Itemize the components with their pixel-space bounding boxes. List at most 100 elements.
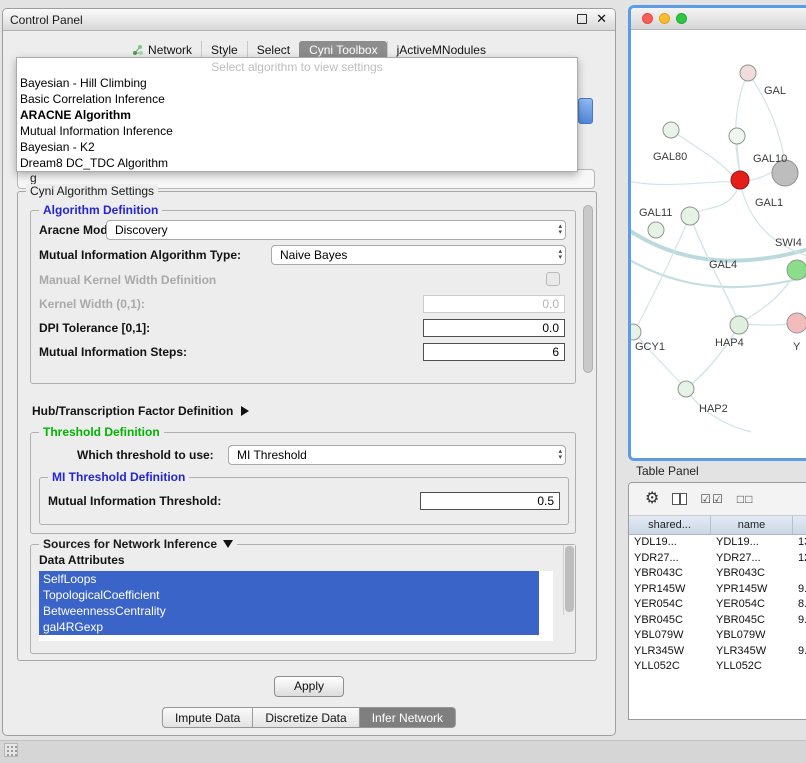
columns-icon[interactable]	[672, 493, 687, 505]
table-row[interactable]: YPR145WYPR145W9.	[629, 582, 806, 598]
tab-jactivemnodules[interactable]: jActiveMNodules	[387, 41, 495, 59]
table-cell: 9.	[793, 613, 806, 629]
data-attributes-list[interactable]: SelfLoopsTopologicalCoefficientBetweenne…	[39, 571, 553, 641]
algorithm-option[interactable]: ARACNE Algorithm	[17, 107, 577, 123]
attributes-scrollbar-thumb[interactable]	[565, 546, 574, 612]
resize-grip[interactable]	[4, 743, 18, 757]
network-tab-icon	[132, 44, 144, 56]
close-icon[interactable]: ✕	[596, 13, 607, 25]
table-row[interactable]: YDR27...YDR27...12	[629, 551, 806, 567]
tab-discretize-data[interactable]: Discretize Data	[253, 707, 359, 728]
table-cell: YBL079W	[629, 628, 711, 644]
sources-group: Sources for Network Inference Data Attri…	[30, 544, 576, 654]
attribute-item[interactable]: BetweennessCentrality	[39, 603, 539, 619]
network-node[interactable]	[730, 316, 748, 334]
table-row[interactable]: YBR045CYBR045C9.	[629, 613, 806, 629]
network-edge[interactable]	[694, 183, 740, 213]
control-panel-title: Control Panel	[10, 13, 83, 27]
network-node[interactable]	[631, 324, 641, 340]
tab-select[interactable]: Select	[247, 41, 299, 59]
table-row[interactable]: YLL052CYLL052C	[629, 659, 806, 675]
table-row[interactable]: YBR043CYBR043C	[629, 566, 806, 582]
attribute-item[interactable]: SelfLoops	[39, 571, 539, 587]
column-header-shared-name[interactable]: shared...	[629, 516, 711, 534]
network-node-label: GAL11	[639, 207, 672, 219]
hub-definition-expander[interactable]: Hub/Transcription Factor Definition	[32, 404, 249, 418]
network-node[interactable]	[787, 260, 806, 280]
network-node[interactable]	[648, 222, 664, 238]
select-all-columns-icon[interactable]: ☑☑	[700, 492, 724, 506]
network-edge[interactable]	[631, 180, 733, 185]
column-header-extra[interactable]	[793, 516, 806, 534]
aracne-mode-combobox[interactable]: Discovery ▴▾	[106, 220, 566, 240]
table-cell: YDL19...	[711, 535, 793, 551]
table-cell	[793, 566, 806, 582]
mi-threshold-field[interactable]: 0.5	[420, 492, 560, 510]
network-node[interactable]	[729, 128, 745, 144]
apply-button[interactable]: Apply	[274, 676, 344, 697]
deselect-all-columns-icon[interactable]: □□	[737, 492, 754, 506]
column-header-name[interactable]: name	[711, 516, 793, 534]
kernel-width-field: 0.0	[423, 295, 565, 313]
network-node[interactable]	[740, 65, 756, 81]
sources-legend[interactable]: Sources for Network Inference	[39, 537, 237, 551]
combobox-button-fragment[interactable]	[578, 98, 593, 124]
tab-label: Select	[257, 43, 290, 57]
algorithm-definition-group: Algorithm Definition Aracne Mode: Discov…	[30, 210, 576, 384]
network-node[interactable]	[663, 122, 679, 138]
algorithm-option[interactable]: Mutual Information Inference	[17, 123, 577, 139]
network-edge[interactable]	[743, 270, 797, 321]
zoom-traffic-light-icon[interactable]	[676, 13, 687, 24]
float-window-icon[interactable]	[577, 14, 587, 24]
network-edge[interactable]	[736, 73, 748, 174]
gear-icon[interactable]: ⚙	[645, 491, 659, 507]
table-toolbar: ⚙ ☑☑ □□	[629, 483, 806, 516]
which-threshold-combobox[interactable]: MI Threshold ▴▾	[228, 445, 566, 465]
cyni-algorithm-settings-group: Cyni Algorithm Settings Algorithm Defini…	[17, 191, 597, 661]
network-canvas[interactable]: GALGAL80GAL10GAL11GAL1SWI4GAL4GCY1HAP4YH…	[631, 30, 806, 456]
tab-cyni-toolbox[interactable]: Cyni Toolbox	[299, 41, 386, 59]
table-cell: YBR043C	[629, 566, 711, 582]
attributes-scrollbar[interactable]	[563, 545, 575, 615]
table-cell	[793, 628, 806, 644]
table-row[interactable]: YBL079WYBL079W	[629, 628, 806, 644]
tab-style[interactable]: Style	[201, 41, 247, 59]
algorithm-option[interactable]: Bayesian - Hill Climbing	[17, 75, 577, 91]
data-attributes-label: Data Attributes	[39, 553, 125, 567]
tab-impute-data[interactable]: Impute Data	[162, 707, 253, 728]
grip-dots-icon	[7, 746, 9, 748]
attribute-item[interactable]: TopologicalCoefficient	[39, 587, 539, 603]
combo-arrows-icon: ▴▾	[558, 449, 562, 461]
mi-steps-field[interactable]: 6	[423, 343, 565, 361]
table-header: shared... name	[629, 516, 806, 535]
network-edge[interactable]	[687, 325, 739, 388]
tab-network[interactable]: Network	[123, 41, 201, 59]
mi-type-combobox[interactable]: Naive Bayes ▴▾	[271, 245, 566, 265]
algorithm-option[interactable]: Bayesian - K2	[17, 139, 577, 155]
algorithm-option[interactable]: Dream8 DC_TDC Algorithm	[17, 155, 577, 171]
tab-label: Cyni Toolbox	[309, 43, 377, 57]
network-node[interactable]	[731, 171, 749, 189]
tab-infer-network[interactable]: Infer Network	[360, 707, 456, 728]
minimize-traffic-light-icon[interactable]	[659, 13, 670, 24]
table-cell: 12	[793, 551, 806, 567]
table-row[interactable]: YDL19...YDL19...13	[629, 535, 806, 551]
attribute-item[interactable]: gal4RGexp	[39, 619, 539, 635]
close-traffic-light-icon[interactable]	[642, 13, 653, 24]
network-node[interactable]	[787, 313, 806, 333]
table-cell: YLL052C	[629, 659, 711, 675]
network-window-titlebar[interactable]	[631, 8, 806, 30]
table-cell: YDR27...	[711, 551, 793, 567]
network-node[interactable]	[681, 207, 699, 225]
table-row[interactable]: YER054CYER054C8.	[629, 597, 806, 613]
network-node[interactable]	[678, 381, 694, 397]
control-panel-titlebar[interactable]: Control Panel ✕	[3, 9, 615, 31]
network-node-label: GAL	[764, 85, 786, 97]
network-node-label: HAP4	[715, 337, 744, 349]
algorithm-option[interactable]: Basic Correlation Inference	[17, 91, 577, 107]
settings-scrollbar-thumb[interactable]	[583, 205, 593, 373]
algorithm-dropdown-list: Bayesian - Hill ClimbingBasic Correlatio…	[17, 75, 577, 171]
dpi-tolerance-field[interactable]: 0.0	[423, 319, 565, 337]
table-row[interactable]: YLR345WYLR345W9.	[629, 644, 806, 660]
settings-scrollbar[interactable]	[582, 195, 594, 653]
